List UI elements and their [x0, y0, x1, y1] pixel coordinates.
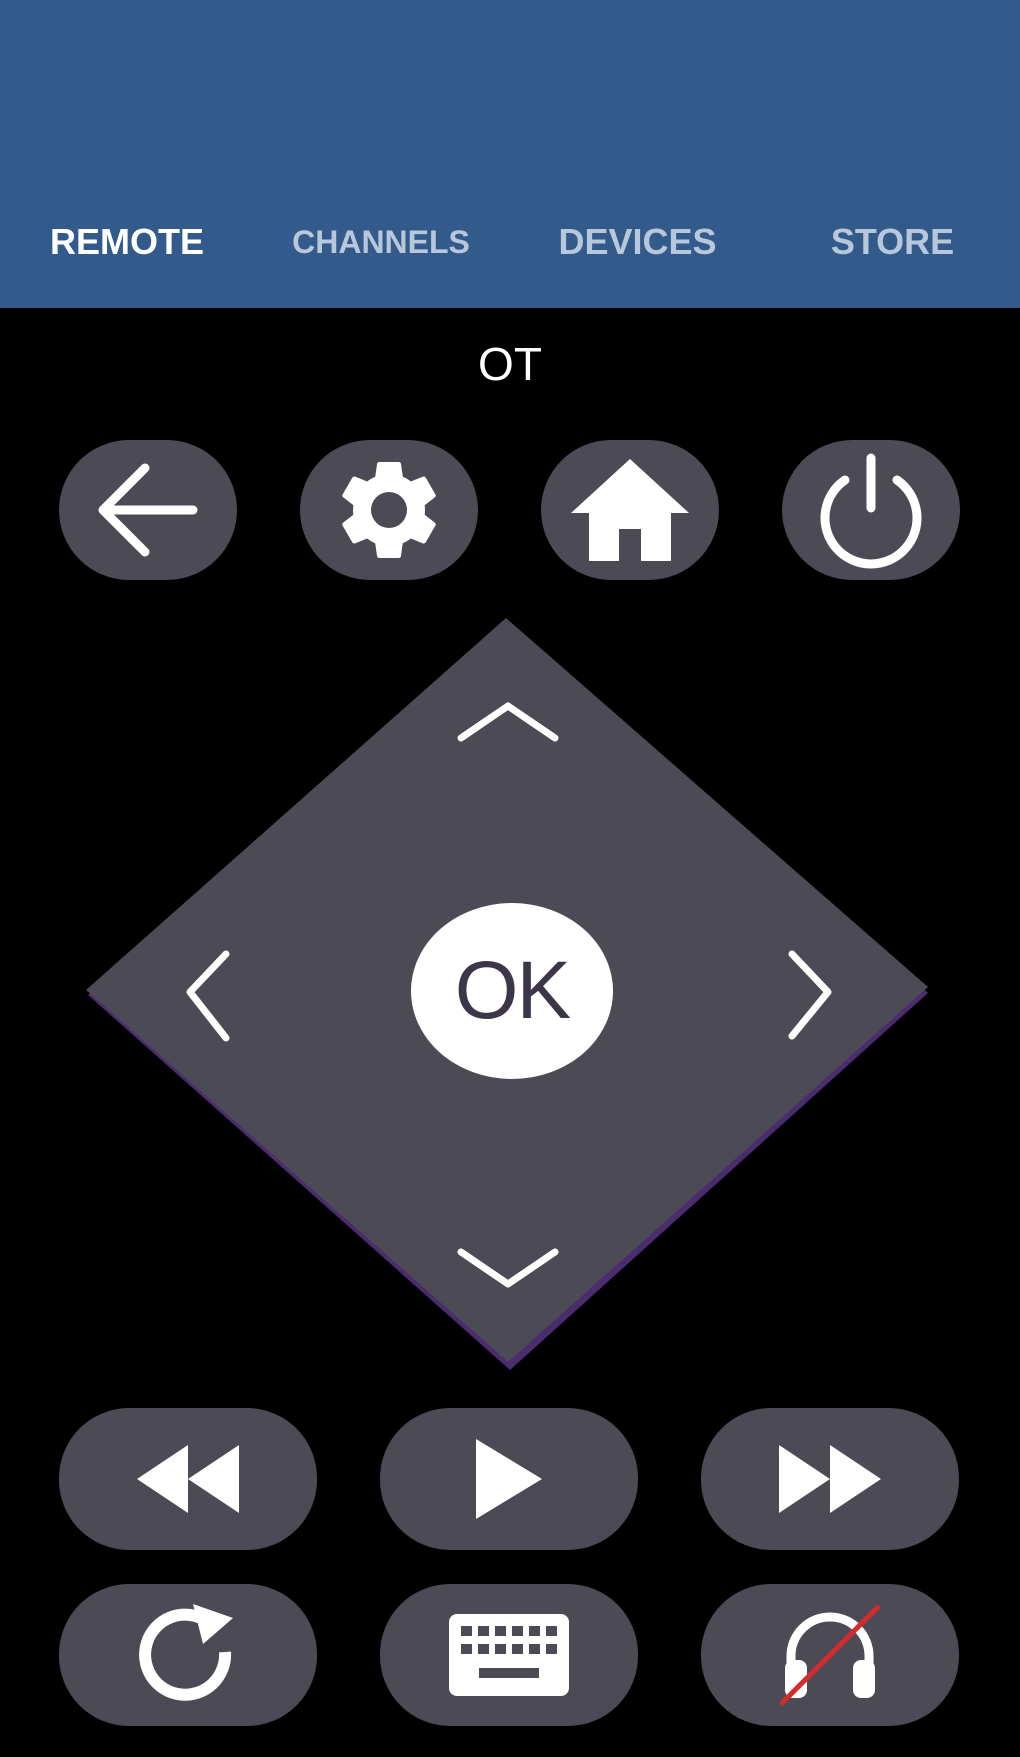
device-name: OT: [478, 338, 542, 390]
power-icon: [820, 453, 922, 569]
play-icon: [476, 1439, 542, 1519]
settings-button[interactable]: [300, 440, 478, 580]
ok-button[interactable]: OK: [411, 903, 613, 1079]
play-button[interactable]: [380, 1408, 638, 1550]
back-arrow-icon: [98, 463, 198, 557]
app-header: REMOTE CHANNELS DEVICES STORE: [0, 0, 1020, 308]
rewind-icon: [137, 1445, 239, 1513]
tab-channels[interactable]: CHANNELS: [285, 222, 477, 262]
headphones-off-icon: [779, 1604, 881, 1706]
replay-button[interactable]: [59, 1584, 317, 1726]
tab-remote[interactable]: REMOTE: [38, 222, 216, 262]
home-button[interactable]: [541, 440, 719, 580]
fast-forward-button[interactable]: [701, 1408, 959, 1550]
private-listening-button[interactable]: [701, 1584, 959, 1726]
keyboard-icon: [449, 1614, 569, 1696]
tab-devices[interactable]: DEVICES: [550, 222, 725, 262]
fast-forward-icon: [779, 1445, 881, 1513]
gear-icon: [342, 461, 436, 558]
replay-icon: [139, 1604, 233, 1701]
tab-store[interactable]: STORE: [820, 222, 965, 262]
back-button[interactable]: [59, 440, 237, 580]
home-icon: [571, 459, 689, 561]
keyboard-button[interactable]: [380, 1584, 638, 1726]
power-button[interactable]: [782, 440, 960, 580]
rewind-button[interactable]: [59, 1408, 317, 1550]
